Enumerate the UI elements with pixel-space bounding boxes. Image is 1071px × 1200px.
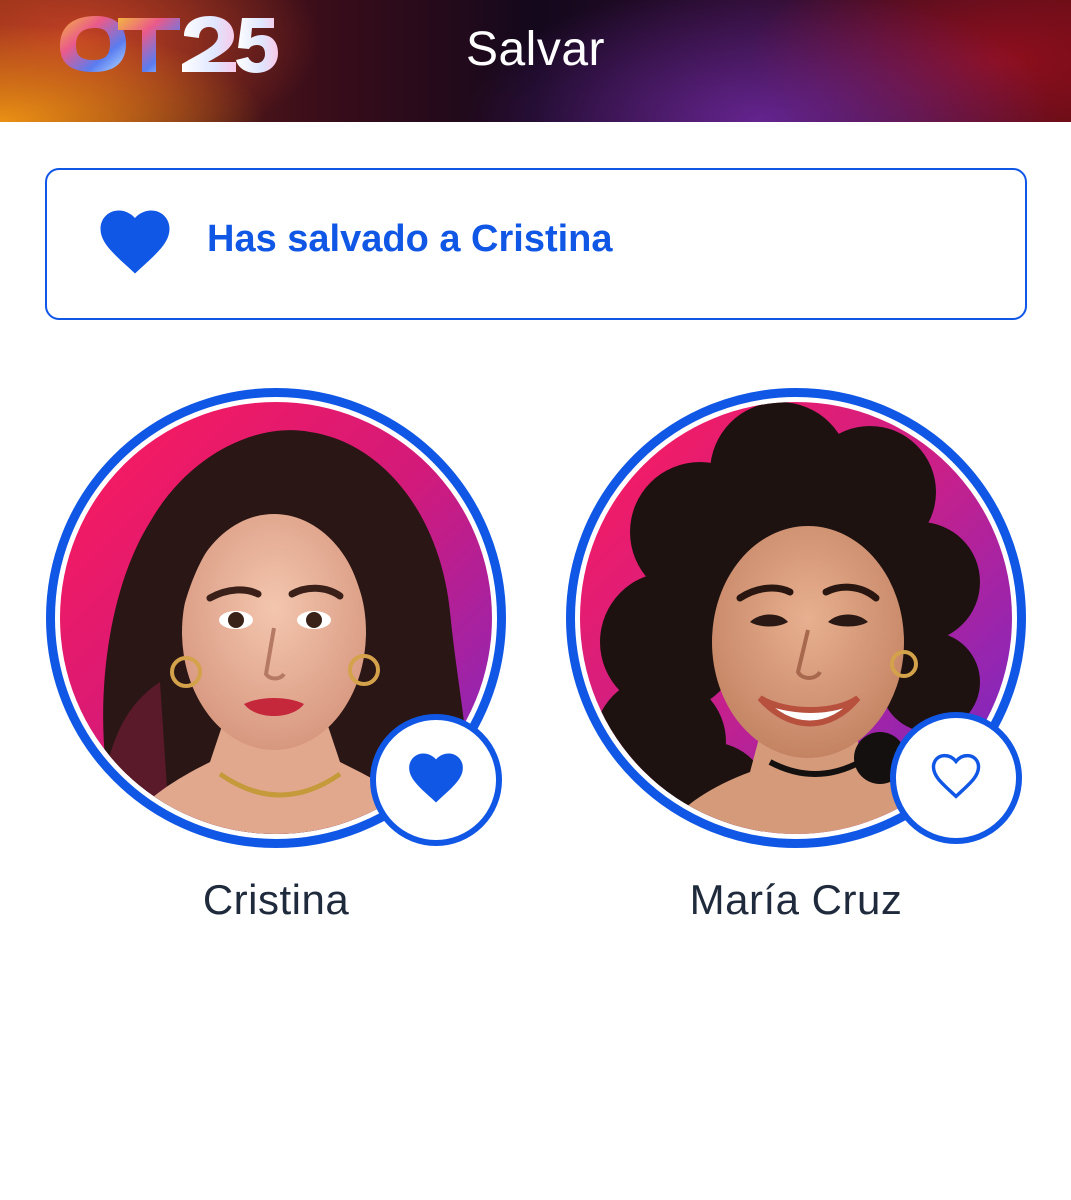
contestant-name: María Cruz [689, 876, 903, 923]
save-confirmation-message: Has salvado a Cristina [207, 218, 613, 260]
save-confirmation-banner: Has salvado a Cristina [45, 168, 1027, 320]
heart-outline-icon [930, 752, 982, 805]
save-toggle-maria-cruz[interactable] [890, 712, 1022, 844]
contestant-name: Cristina [202, 876, 350, 923]
heart-filled-icon [99, 208, 171, 276]
app-header: Salvar [0, 0, 1071, 122]
save-toggle-cristina[interactable] [370, 714, 502, 846]
heart-filled-icon [408, 752, 464, 809]
page-title: Salvar [465, 23, 606, 76]
